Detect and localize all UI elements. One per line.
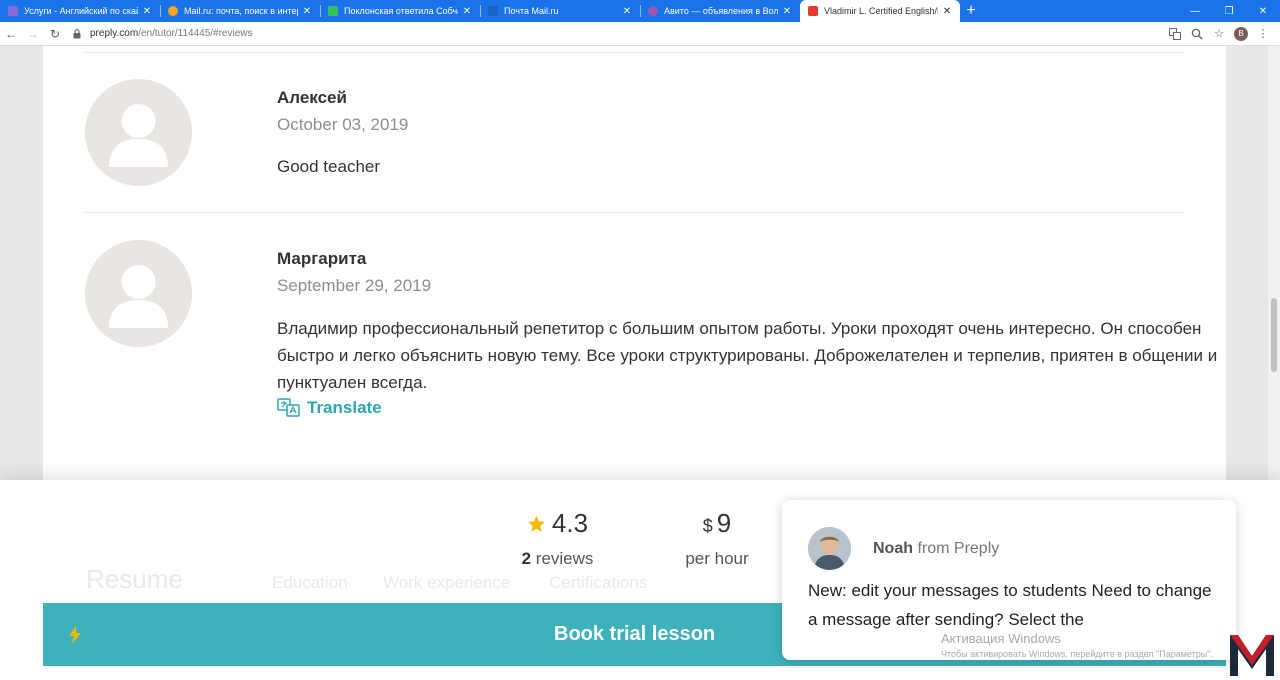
reviewer-avatar-icon [85,79,192,186]
reviewer-name: Маргарита [277,249,367,268]
browser-tab[interactable]: Поклонская ответила Собчак, с ✕ [320,0,480,22]
window-close-icon[interactable]: ✕ [1246,0,1280,22]
url-domain: preply.com [90,28,139,39]
m-logo-icon [1230,635,1274,676]
reviews-label: reviews [535,549,594,568]
menu-dots-icon[interactable]: ⋮ [1252,23,1274,45]
close-icon[interactable]: ✕ [462,6,472,17]
browser-tab[interactable]: Услуги - Английский по скайпу ✕ [0,0,160,22]
reload-icon[interactable]: ↻ [44,23,66,45]
translate-link[interactable]: Translate [277,398,382,418]
browser-toolbar: ← → ↻ preply.com/en/tutor/114445/#review… [0,22,1280,46]
rating-value: 4.3 [551,508,589,538]
translate-icon [277,398,300,417]
tab-education[interactable]: Education [272,573,348,593]
close-icon[interactable]: ✕ [942,6,952,17]
back-arrow-icon[interactable]: ← [0,23,22,45]
price-currency: $ [702,516,713,536]
rating-stat: 4.3 2 reviews [505,508,610,569]
browser-tab-active[interactable]: Vladimir L. Certified English/Rus ✕ [800,0,960,22]
profile-avatar[interactable]: B [1230,23,1252,45]
reviews-count: 2 [521,549,532,568]
review-date: September 29, 2019 [277,276,432,295]
chat-message: New: edit your messages to students Need… [808,581,1212,629]
tab-title: Почта Mail.ru [504,6,559,16]
tab-favicon-icon [8,6,18,16]
star-icon [527,515,545,532]
tab-title: Поклонская ответила Собчак, с [344,6,458,16]
tab-favicon-icon [808,6,818,16]
browser-tab-strip: Услуги - Английский по скайпу ✕ Mail.ru:… [0,0,1280,22]
tab-work-experience[interactable]: Work experience [383,573,510,593]
price-stat: $9 per hour [667,508,767,569]
lightning-bolt-icon [69,626,81,644]
new-tab-button[interactable]: + [960,0,982,22]
watermark-subtitle: Чтобы активировать Windows, перейдите в … [941,649,1213,659]
forward-arrow-icon[interactable]: → [22,23,44,45]
translate-label: Translate [307,398,382,417]
price-value: 9 [716,508,732,538]
tab-favicon-icon [648,6,658,16]
review-text: Владимир профессиональный репетитор с бо… [277,319,1218,392]
book-button-label: Book trial lesson [554,623,716,645]
reviewer-name: Алексей [277,88,347,107]
tab-title: Mail.ru: почта, поиск в интерне [184,6,298,16]
translate-page-icon[interactable] [1164,23,1186,45]
window-controls: — ❐ ✕ [1178,0,1280,22]
browser-tab[interactable]: Авито — объявления в Вологде ✕ [640,0,800,22]
tab-favicon-icon [168,6,178,16]
watermark-title: Активация Windows [941,631,1061,646]
tab-favicon-icon [488,6,498,16]
browser-tab[interactable]: Почта Mail.ru ✕ [480,0,640,22]
tab-title: Vladimir L. Certified English/Rus [824,6,938,16]
resume-heading: Resume [86,564,183,594]
browser-tab[interactable]: Mail.ru: почта, поиск в интерне ✕ [160,0,320,22]
windows-activation-watermark: Активация Windows Чтобы активировать Win… [941,631,1213,659]
chat-sender-name: Noah [873,540,913,557]
restore-icon[interactable]: ❐ [1212,0,1246,22]
url-path: /en/tutor/114445/#reviews [138,28,253,39]
close-icon[interactable]: ✕ [782,6,792,17]
address-bar[interactable]: preply.com/en/tutor/114445/#reviews [72,24,1164,44]
divider [85,52,1183,53]
tab-favicon-icon [328,6,338,16]
close-icon[interactable]: ✕ [302,6,312,17]
profile-letter: B [1234,26,1248,41]
close-icon[interactable]: ✕ [142,6,152,17]
divider [85,212,1183,213]
reviewer-avatar-icon [85,240,192,347]
close-icon[interactable]: ✕ [622,6,632,17]
zoom-icon[interactable] [1186,23,1208,45]
sender-avatar [808,527,851,570]
review-date: October 03, 2019 [277,115,409,134]
scrollbar-thumb[interactable] [1271,298,1277,372]
tab-title: Услуги - Английский по скайпу [24,6,138,16]
minimize-icon[interactable]: — [1178,0,1212,22]
page-viewport: Алексей October 03, 2019 Good teacher Ма… [0,46,1280,680]
tab-title: Авито — объявления в Вологде [664,6,778,16]
price-label: per hour [685,549,749,568]
review-text: Good teacher [277,157,381,176]
tab-certifications[interactable]: Certifications [549,573,647,593]
chat-from-label: from Preply [917,540,1000,557]
bookmark-star-icon[interactable]: ☆ [1208,23,1230,45]
url-text: preply.com/en/tutor/114445/#reviews [90,28,253,39]
lock-icon [72,28,82,40]
